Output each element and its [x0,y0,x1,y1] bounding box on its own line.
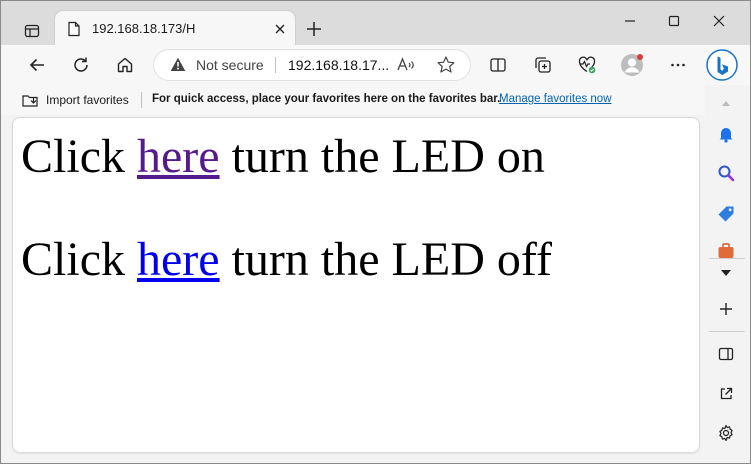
tab-close-button[interactable] [271,20,289,38]
browser-window: 192.168.18.173/H Not secure 192.168.18.1… [0,0,751,464]
open-in-new-window-button[interactable] [711,380,741,408]
refresh-button[interactable] [67,51,95,79]
page-content: Click here turn the LED on Click here tu… [13,118,699,452]
page-icon [68,21,80,37]
sidebar-divider [709,331,745,332]
bing-icon [706,49,738,81]
minimize-icon [625,20,635,22]
import-icon [22,95,38,107]
sidebar-settings-button[interactable] [711,419,741,447]
favorites-divider [141,92,142,108]
title-bar: 192.168.18.173/H [1,1,750,47]
add-favorite-button[interactable] [436,55,456,80]
read-aloud-button[interactable] [396,55,416,80]
sidebar-add-button[interactable] [711,295,741,323]
tab-actions-icon [24,24,40,38]
tag-icon [718,206,734,222]
back-arrow-icon [29,58,44,72]
import-favorites-label: Import favorites [46,93,129,107]
tab-actions-button[interactable] [21,20,43,42]
sidebar-scroll-up[interactable] [711,89,741,117]
refresh-icon [74,57,88,72]
sidebar-toggle-icon [718,347,734,361]
star-icon [437,56,455,73]
sidebar-toggle-button[interactable] [711,340,741,368]
search-icon [718,165,735,182]
home-icon [117,57,133,73]
led-on-link[interactable]: here [137,130,220,183]
browser-tab[interactable]: 192.168.18.173/H [55,11,295,47]
profile-avatar-icon [621,54,643,76]
led-off-suffix: turn the LED off [219,233,552,286]
collections-button[interactable] [529,51,557,79]
led-off-link[interactable]: here [137,233,220,286]
plus-icon [307,22,321,36]
more-dots-icon [671,63,685,67]
sidebar-item-search[interactable] [711,159,741,187]
plus-icon [720,303,732,315]
back-button[interactable] [23,51,51,79]
bell-icon [719,128,733,143]
chevron-up-icon [722,101,730,106]
security-status-label[interactable]: Not secure [196,57,264,73]
more-button[interactable] [664,51,692,79]
tab-title: 192.168.18.173/H [92,21,196,36]
led-on-prefix: Click [21,130,137,183]
collections-icon [535,57,551,73]
maximize-icon [668,15,680,27]
chevron-down-icon [721,270,731,276]
address-divider [275,57,276,73]
minimize-button[interactable] [615,10,645,32]
external-link-icon [720,387,733,400]
led-on-line: Click here turn the LED on [21,133,545,181]
sidebar-overflow-button[interactable] [711,259,741,287]
manage-favorites-link[interactable]: Manage favorites now [499,93,612,105]
sidebar-item-notifications[interactable] [711,120,741,148]
maximize-button[interactable] [659,10,689,32]
heart-pulse-icon [578,56,596,74]
led-off-line: Click here turn the LED off [21,236,552,284]
led-on-suffix: turn the LED on [219,130,545,183]
split-screen-button[interactable] [484,51,512,79]
favorites-bar: Import favorites For quick access, place… [1,85,750,115]
bing-button[interactable] [706,49,738,81]
read-aloud-icon [397,57,414,71]
split-screen-icon [490,58,506,72]
warning-triangle-icon[interactable] [170,57,186,72]
import-favorites-button[interactable]: Import favorites [21,92,129,108]
favorites-hint: For quick access, place your favorites h… [152,93,501,105]
edge-sidebar [705,85,750,463]
new-tab-button[interactable] [303,18,325,40]
home-button[interactable] [111,51,139,79]
gear-icon [719,424,733,442]
close-icon [275,24,285,34]
profile-button[interactable] [618,51,646,79]
sidebar-item-shopping[interactable] [711,200,741,228]
close-window-button[interactable] [704,10,734,32]
address-bar[interactable]: Not secure 192.168.18.17... [154,50,470,80]
close-icon [713,15,725,27]
led-off-prefix: Click [21,233,137,286]
url-text[interactable]: 192.168.18.17... [288,57,389,73]
navigation-bar: Not secure 192.168.18.17... [1,45,750,85]
browser-essentials-button[interactable] [573,51,601,79]
